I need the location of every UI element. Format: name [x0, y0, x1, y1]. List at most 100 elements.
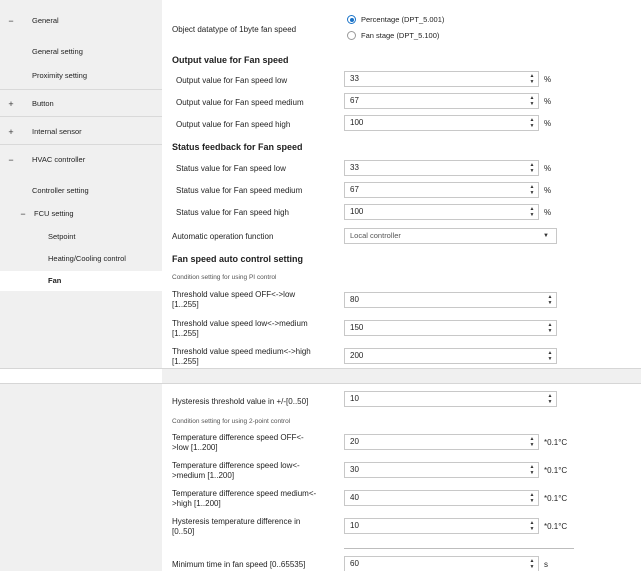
spinner-icon[interactable]: ▲ ▼ — [529, 206, 535, 218]
sidebar-item-label: Heating/Cooling control — [48, 254, 126, 263]
temp-diff-off-low-input[interactable]: 20 ▲ ▼ — [344, 434, 539, 450]
sidebar-item-general[interactable]: − General — [0, 11, 162, 31]
temp-diff-low-medium-input[interactable]: 30 ▲ ▼ — [344, 462, 539, 478]
section-divider — [162, 368, 641, 384]
sidebar-empty-area — [0, 384, 162, 571]
spinner-icon[interactable]: ▲ ▼ — [529, 520, 535, 532]
sidebar-item-fan[interactable]: Fan — [0, 271, 162, 291]
unit-label: % — [544, 164, 552, 173]
threshold-low-medium-label: Threshold value speed low<->medium [1..25… — [172, 319, 308, 338]
hysteresis-temp-input[interactable]: 10 ▲ ▼ — [344, 518, 539, 534]
spinner-icon[interactable]: ▲ ▼ — [529, 73, 535, 85]
field-value: 10 — [350, 521, 359, 530]
unit-label: *0.1°C — [544, 438, 568, 447]
sidebar-item-label: Controller setting — [32, 186, 89, 195]
collapse-icon[interactable]: − — [18, 204, 28, 224]
output-medium-label: Output value for Fan speed medium — [176, 98, 304, 107]
radio-selected-icon — [347, 15, 356, 24]
field-value: 40 — [350, 493, 359, 502]
navigation-sidebar: − General General setting Proximity sett… — [0, 0, 162, 571]
sidebar-item-controller-setting[interactable]: Controller setting — [0, 181, 162, 201]
chevron-down-icon: ▼ — [543, 233, 549, 239]
sidebar-item-label: Button — [32, 99, 54, 108]
status-high-input[interactable]: 100 ▲ ▼ — [344, 204, 539, 220]
spinner-icon[interactable]: ▲ ▼ — [547, 350, 553, 362]
threshold-off-low-input[interactable]: 80 ▲ ▼ — [344, 292, 557, 308]
sidebar-item-general-setting[interactable]: General setting — [0, 42, 162, 62]
two-point-note: Condition setting for using 2-point cont… — [172, 418, 291, 425]
spinner-icon[interactable]: ▲ ▼ — [547, 322, 553, 334]
datatype-label: Object datatype of 1byte fan speed — [172, 25, 297, 34]
sidebar-item-label: HVAC controller — [32, 155, 86, 164]
spinner-icon[interactable]: ▲ ▼ — [529, 117, 535, 129]
unit-label: % — [544, 75, 552, 84]
hysteresis-label: Hysteresis threshold value in +/-[0..50] — [172, 397, 309, 406]
output-low-label: Output value for Fan speed low — [176, 76, 288, 85]
status-low-input[interactable]: 33 ▲ ▼ — [344, 160, 539, 176]
collapse-icon[interactable]: − — [6, 11, 16, 31]
unit-label: s — [544, 560, 548, 569]
spinner-icon[interactable]: ▲ ▼ — [529, 436, 535, 448]
sidebar-item-label: Proximity setting — [32, 71, 88, 80]
spinner-icon[interactable]: ▲ ▼ — [529, 464, 535, 476]
sidebar-item-label: Fan — [48, 276, 62, 285]
field-value: 33 — [350, 163, 359, 172]
radio-percentage[interactable]: Percentage (DPT_5.001) — [347, 15, 444, 24]
sidebar-gap — [0, 368, 162, 384]
status-medium-input[interactable]: 67 ▲ ▼ — [344, 182, 539, 198]
field-value: 150 — [350, 323, 364, 332]
temp-diff-medium-high-label: Temperature difference speed medium<- >hi… — [172, 489, 317, 508]
radio-fan-stage[interactable]: Fan stage (DPT_5.100) — [347, 31, 439, 40]
hysteresis-input[interactable]: 10 ▲ ▼ — [344, 391, 557, 407]
temp-diff-off-low-label: Temperature difference speed OFF<- >low [… — [172, 433, 304, 452]
unit-label: *0.1°C — [544, 522, 568, 531]
sidebar-item-label: Internal sensor — [32, 127, 82, 136]
sidebar-item-label: General setting — [32, 47, 83, 56]
field-value: 67 — [350, 96, 359, 105]
sidebar-item-fcu-setting[interactable]: − FCU setting — [0, 204, 162, 224]
output-medium-input[interactable]: 67 ▲ ▼ — [344, 93, 539, 109]
pi-control-note: Condition setting for using PI control — [172, 274, 277, 281]
unit-label: *0.1°C — [544, 466, 568, 475]
output-high-input[interactable]: 100 ▲ ▼ — [344, 115, 539, 131]
expand-icon[interactable]: + — [6, 94, 16, 114]
sidebar-item-heating-cooling-control[interactable]: Heating/Cooling control — [0, 249, 162, 269]
threshold-low-medium-input[interactable]: 150 ▲ ▼ — [344, 320, 557, 336]
threshold-medium-high-input[interactable]: 200 ▲ ▼ — [344, 348, 557, 364]
sidebar-tree: − General General setting Proximity sett… — [0, 2, 162, 295]
spinner-icon[interactable]: ▲ ▼ — [529, 184, 535, 196]
spinner-icon[interactable]: ▲ ▼ — [529, 162, 535, 174]
select-value: Local controller — [350, 231, 401, 240]
auto-operation-label: Automatic operation function — [172, 232, 274, 241]
field-value: 60 — [350, 559, 359, 568]
output-high-label: Output value for Fan speed high — [176, 120, 291, 129]
sidebar-item-setpoint[interactable]: Setpoint — [0, 227, 162, 247]
spinner-icon[interactable]: ▲ ▼ — [529, 492, 535, 504]
sidebar-item-label: Setpoint — [48, 232, 76, 241]
field-value: 10 — [350, 394, 359, 403]
unit-label: % — [544, 97, 552, 106]
spinner-icon[interactable]: ▲ ▼ — [529, 558, 535, 570]
sidebar-item-button[interactable]: + Button — [0, 94, 162, 114]
horizontal-rule — [344, 548, 574, 549]
min-time-label: Minimum time in fan speed [0..65535] — [172, 560, 306, 569]
sidebar-separator — [0, 144, 162, 145]
field-value: 80 — [350, 295, 359, 304]
spinner-icon[interactable]: ▲ ▼ — [529, 95, 535, 107]
sidebar-item-hvac-controller[interactable]: − HVAC controller — [0, 150, 162, 170]
spinner-icon[interactable]: ▲ ▼ — [547, 294, 553, 306]
output-low-input[interactable]: 33 ▲ ▼ — [344, 71, 539, 87]
section-title-auto-control: Fan speed auto control setting — [172, 254, 304, 264]
sidebar-item-proximity-setting[interactable]: Proximity setting — [0, 66, 162, 86]
spinner-icon[interactable]: ▲ ▼ — [547, 393, 553, 405]
radio-unselected-icon — [347, 31, 356, 40]
auto-operation-select[interactable]: Local controller ▼ — [344, 228, 557, 244]
expand-icon[interactable]: + — [6, 122, 16, 142]
temp-diff-medium-high-input[interactable]: 40 ▲ ▼ — [344, 490, 539, 506]
section-title-status: Status feedback for Fan speed — [172, 142, 303, 152]
sidebar-item-label: General — [32, 16, 59, 25]
field-value: 33 — [350, 74, 359, 83]
collapse-icon[interactable]: − — [6, 150, 16, 170]
min-time-input[interactable]: 60 ▲ ▼ — [344, 556, 539, 571]
sidebar-item-internal-sensor[interactable]: + Internal sensor — [0, 122, 162, 142]
